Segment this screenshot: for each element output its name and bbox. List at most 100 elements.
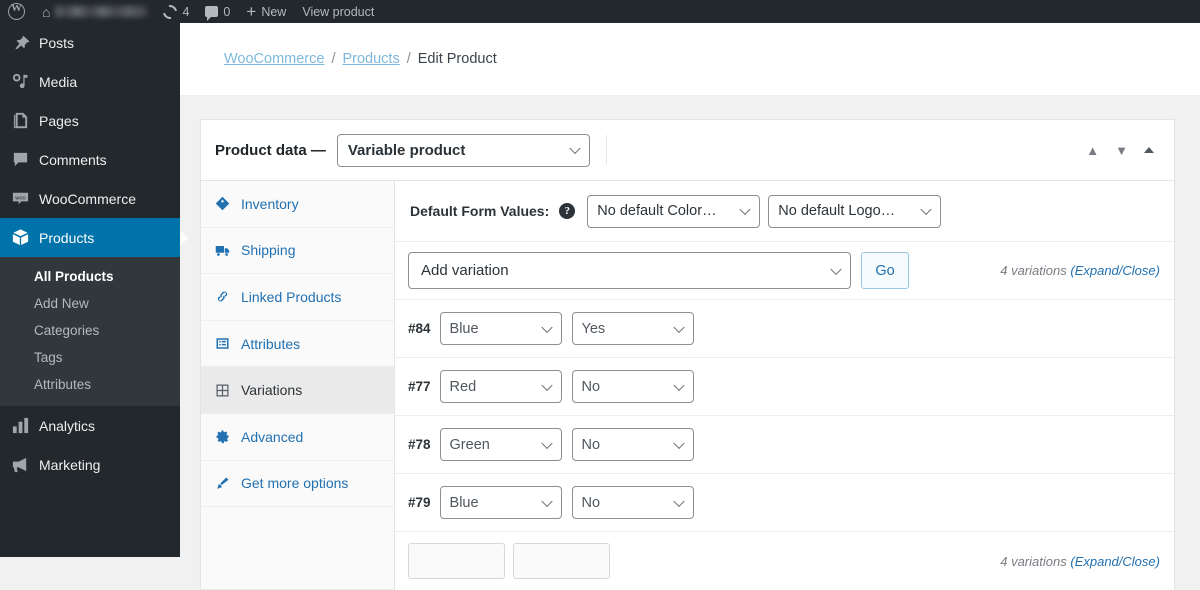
wordpress-logo-icon (8, 2, 25, 20)
tab-attributes[interactable]: Attributes (201, 321, 394, 368)
product-type-select-wrap: Variable product (336, 133, 590, 167)
variation-color-select[interactable]: Blue (439, 486, 562, 519)
expand-link[interactable]: Expand (1075, 554, 1119, 569)
sidebar-item-posts[interactable]: Posts (0, 23, 180, 62)
breadcrumb-link-woocommerce[interactable]: WooCommerce (224, 51, 324, 67)
panel-body: Inventory Shipping Linked Products Attri… (201, 181, 1174, 590)
add-variation-select-wrap: Add variation (408, 252, 851, 289)
sidebar-item-label: Products (39, 229, 95, 246)
sidebar-item-analytics[interactable]: Analytics (0, 406, 180, 445)
extension-icon (215, 476, 241, 491)
view-product-button[interactable]: View product (294, 0, 382, 23)
comment-bubble-icon (205, 6, 219, 21)
default-color-select[interactable]: No default Color… (587, 194, 761, 228)
submenu-item-attributes[interactable]: Attributes (0, 371, 180, 398)
default-logo-select-wrap: No default Logo… (768, 194, 942, 228)
sidebar-item-products[interactable]: Products (0, 218, 188, 257)
move-up-icon[interactable]: ▲ (1086, 144, 1099, 157)
updates-icon (160, 1, 181, 22)
move-down-icon[interactable]: ▼ (1115, 144, 1128, 157)
chart-bar-icon (11, 416, 37, 435)
sidebar-item-pages[interactable]: Pages (0, 101, 180, 140)
variation-attr2-wrap: No (571, 486, 694, 519)
help-tip-icon[interactable]: ? (559, 203, 576, 219)
product-data-tabs: Inventory Shipping Linked Products Attri… (201, 181, 395, 589)
breadcrumb-separator: / (406, 51, 411, 67)
sidebar-item-label: Media (39, 73, 78, 90)
home-icon: ⌂ (42, 3, 51, 20)
variation-attr2-wrap: Yes (571, 312, 694, 345)
new-content-button[interactable]: + New (238, 0, 294, 23)
save-changes-button[interactable] (408, 543, 505, 579)
comments-button[interactable]: 0 (197, 0, 238, 23)
site-name-redacted (55, 6, 148, 17)
close-link[interactable]: Close (1122, 554, 1155, 569)
comment-icon (11, 150, 37, 169)
tab-get-more-options[interactable]: Get more options (201, 461, 394, 508)
toggle-triangle-icon[interactable] (1144, 147, 1154, 153)
variation-attr1-wrap: Red (439, 370, 562, 403)
variation-color-select[interactable]: Green (439, 428, 562, 461)
pages-icon (11, 111, 37, 130)
product-data-panel: Product data — Variable product ▲ ▼ Inve… (200, 119, 1175, 590)
site-name-button[interactable]: ⌂ (34, 0, 155, 23)
sidebar-item-woocommerce[interactable]: woo WooCommerce (0, 179, 180, 218)
sidebar-item-label: Posts (39, 34, 75, 51)
sidebar-item-marketing[interactable]: Marketing (0, 445, 180, 484)
expand-link[interactable]: Expand (1075, 263, 1119, 278)
updates-count: 4 (182, 4, 190, 19)
submenu-item-categories[interactable]: Categories (0, 317, 180, 344)
comments-count: 0 (223, 4, 231, 19)
variation-id: #79 (408, 495, 431, 510)
submenu-item-add-new[interactable]: Add New (0, 290, 180, 317)
tab-linked-products[interactable]: Linked Products (201, 274, 394, 321)
sidebar-item-comments[interactable]: Comments (0, 140, 180, 179)
tab-shipping[interactable]: Shipping (201, 228, 394, 275)
close-link[interactable]: Close (1122, 263, 1155, 278)
header-divider (605, 135, 607, 165)
submenu-item-all-products[interactable]: All Products (0, 263, 180, 290)
cancel-button[interactable] (513, 543, 610, 579)
woocommerce-icon: woo (11, 189, 37, 208)
svg-text:woo: woo (14, 195, 25, 201)
inventory-tag-icon (215, 196, 241, 211)
tab-advanced[interactable]: Advanced (201, 414, 394, 461)
breadcrumb-current: Edit Product (417, 51, 497, 67)
admin-bar: ⌂ 4 0 + New View product (0, 0, 1200, 23)
variation-attr1-wrap: Blue (439, 486, 562, 519)
variation-row: #79 Blue No (395, 474, 1174, 532)
variations-count: 4 variations (Expand/Close) (1000, 263, 1160, 278)
variation-logo-select[interactable]: No (571, 428, 694, 461)
variation-logo-select[interactable]: No (571, 486, 694, 519)
go-button[interactable]: Go (861, 252, 909, 289)
variation-id: #77 (408, 379, 431, 394)
sidebar-item-media[interactable]: Media (0, 62, 180, 101)
variation-attr1-wrap: Blue (439, 312, 562, 345)
breadcrumb-link-products[interactable]: Products (342, 51, 399, 67)
variation-logo-select[interactable]: Yes (571, 312, 694, 345)
plus-icon: + (246, 2, 257, 21)
variation-color-select[interactable]: Red (439, 370, 562, 403)
tab-variations[interactable]: Variations (201, 367, 394, 414)
tab-label: Variations (241, 382, 303, 399)
submenu-item-tags[interactable]: Tags (0, 344, 180, 371)
variation-id: #78 (408, 437, 431, 452)
add-variation-select[interactable]: Add variation (408, 252, 851, 289)
product-type-select[interactable]: Variable product (336, 133, 590, 167)
media-icon (11, 72, 37, 91)
admin-sidebar: Posts Media Pages Comments woo WooCommer… (0, 23, 188, 557)
wordpress-logo-button[interactable] (0, 0, 34, 23)
link-icon (215, 289, 241, 304)
updates-button[interactable]: 4 (155, 0, 197, 23)
default-logo-select[interactable]: No default Logo… (768, 194, 942, 228)
tab-label: Shipping (241, 242, 296, 259)
default-form-values-label: Default Form Values: (410, 203, 550, 219)
variations-count-text: 4 variations (1000, 263, 1067, 278)
variation-color-select[interactable]: Blue (439, 312, 562, 345)
products-submenu: All Products Add New Categories Tags Att… (0, 257, 180, 406)
gear-icon (215, 429, 241, 444)
variation-row: #78 Green No (395, 416, 1174, 474)
variation-logo-select[interactable]: No (571, 370, 694, 403)
tab-inventory[interactable]: Inventory (201, 181, 394, 228)
variations-count-text: 4 variations (1000, 553, 1067, 569)
